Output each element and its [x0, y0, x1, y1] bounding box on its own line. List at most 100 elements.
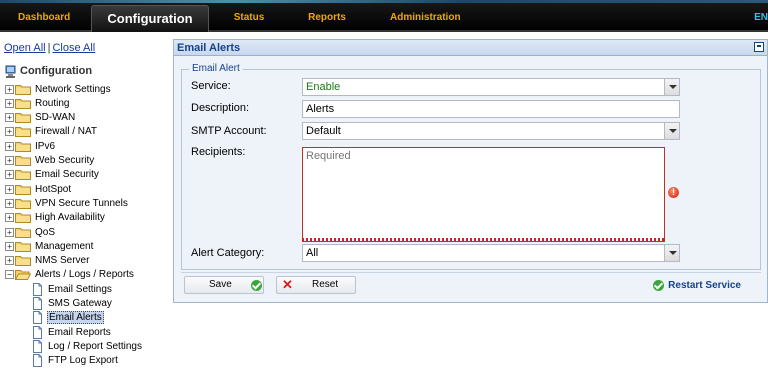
panel-header: Email Alerts	[174, 40, 767, 56]
expand-plus-icon[interactable]: +	[5, 198, 14, 208]
chevron-down-icon[interactable]	[664, 245, 679, 261]
sidebar-folder-label: Routing	[35, 97, 70, 109]
expand-plus-icon[interactable]: +	[5, 213, 14, 223]
sidebar-child-item[interactable]: Email Alerts	[32, 311, 104, 325]
alert-category-value: All	[306, 247, 319, 259]
computer-icon	[5, 65, 16, 78]
sidebar-child-item[interactable]: SMS Gateway	[32, 297, 113, 311]
tree-expand-controls: Open All | Close All	[4, 42, 95, 54]
recipients-label: Recipients:	[191, 146, 246, 158]
top-navigation-bar: Dashboard Configuration Status Reports A…	[0, 0, 768, 32]
folder-icon	[15, 241, 31, 252]
smtp-account-value: Default	[306, 125, 341, 137]
open-all-link[interactable]: Open All	[4, 42, 46, 54]
reset-button-label: Reset	[312, 279, 339, 290]
sidebar-child-item[interactable]: Email Reports	[32, 325, 112, 339]
service-value: Enable	[306, 81, 341, 93]
folder-icon	[15, 84, 31, 95]
smtp-account-select[interactable]: Default	[302, 122, 680, 140]
folder-icon	[15, 255, 31, 267]
nav-glow-strip	[0, 0, 768, 3]
sidebar-child-label: SMS Gateway	[48, 298, 112, 309]
document-icon	[32, 311, 43, 325]
sidebar-folder-item[interactable]: + QoS	[5, 225, 56, 239]
expand-plus-icon[interactable]: +	[5, 156, 14, 165]
sidebar-child-label: Email Settings	[48, 283, 112, 295]
expand-plus-icon[interactable]: +	[5, 184, 14, 194]
tree-root[interactable]: Configuration	[5, 64, 92, 78]
chevron-down-icon[interactable]	[664, 79, 679, 95]
sidebar: Open All | Close All Configuration + Networ…	[0, 34, 170, 368]
sidebar-folder-label: Alerts / Logs / Reports	[35, 269, 134, 281]
folder-icon	[15, 212, 31, 224]
description-input[interactable]: Alerts	[302, 100, 680, 118]
tree-root-label: Configuration	[20, 65, 93, 77]
sidebar-child-item[interactable]: FTP Log Export	[32, 354, 119, 368]
description-label: Description:	[191, 102, 250, 114]
folder-icon	[15, 141, 31, 152]
sidebar-child-label: Log / Report Settings	[48, 340, 142, 352]
expand-plus-icon[interactable]: +	[5, 113, 14, 123]
sidebar-child-item[interactable]: Email Settings	[32, 282, 113, 296]
tab-reports[interactable]: Reports	[308, 6, 346, 30]
sidebar-folder-alerts-logs-reports[interactable]: − Alerts / Logs / Reports	[5, 268, 135, 282]
expand-plus-icon[interactable]: +	[5, 84, 14, 94]
document-icon	[32, 354, 43, 368]
chevron-down-icon[interactable]	[664, 123, 679, 139]
close-all-link[interactable]: Close All	[52, 42, 95, 54]
reset-button[interactable]: ✕ Reset	[276, 276, 356, 294]
folder-icon	[15, 198, 31, 209]
document-icon	[32, 325, 43, 339]
collapse-panel-button[interactable]	[754, 42, 764, 52]
sidebar-folder-item[interactable]: + Routing	[5, 96, 70, 110]
sidebar-folder-item[interactable]: + SD-WAN	[5, 111, 76, 125]
sidebar-folder-item[interactable]: + HotSpot	[5, 182, 72, 196]
link-separator: |	[47, 42, 51, 54]
sidebar-folder-item[interactable]: + VPN Secure Tunnels	[5, 196, 129, 210]
save-button[interactable]: Save	[184, 276, 264, 294]
expand-plus-icon[interactable]: +	[5, 227, 14, 237]
sidebar-folder-label: SD-WAN	[35, 112, 76, 124]
service-label: Service:	[191, 80, 231, 92]
expand-plus-icon[interactable]: +	[5, 127, 14, 137]
invalid-field-underline	[302, 238, 665, 242]
language-selector[interactable]: EN	[754, 6, 768, 30]
sidebar-folder-item[interactable]: + IPv6	[5, 139, 56, 153]
folder-icon	[15, 155, 31, 166]
save-button-label: Save	[209, 279, 232, 290]
sidebar-folder-item[interactable]: + Firewall / NAT	[5, 125, 98, 139]
tab-dashboard[interactable]: Dashboard	[18, 6, 70, 30]
expand-plus-icon[interactable]: +	[5, 241, 14, 251]
tab-configuration[interactable]: Configuration	[91, 5, 209, 32]
close-icon: ✕	[282, 277, 293, 292]
sidebar-folder-label: Email Security	[35, 169, 99, 181]
sidebar-folder-item[interactable]: + Management	[5, 239, 94, 253]
panel-toolbar: Save ✕ Reset Restart Service	[181, 272, 761, 296]
sidebar-folder-item[interactable]: + NMS Server	[5, 254, 90, 268]
document-icon	[32, 339, 43, 353]
recipients-textarea[interactable]	[302, 147, 665, 242]
check-icon	[251, 280, 262, 291]
sidebar-folder-item[interactable]: + Web Security	[5, 154, 95, 168]
expand-plus-icon[interactable]: +	[5, 98, 14, 108]
folder-icon	[15, 227, 31, 238]
restart-service-button[interactable]: Restart Service	[653, 278, 741, 292]
sidebar-child-item[interactable]: Log / Report Settings	[32, 339, 143, 353]
tab-administration[interactable]: Administration	[390, 6, 461, 30]
service-select[interactable]: Enable	[302, 78, 680, 96]
email-alerts-panel: Email Alerts Email Alert Service: Enable…	[173, 39, 768, 303]
tab-status[interactable]: Status	[232, 6, 266, 30]
expand-plus-icon[interactable]: +	[5, 256, 14, 266]
expand-plus-icon[interactable]: +	[5, 141, 14, 151]
sidebar-folder-item[interactable]: + High Availability	[5, 211, 106, 225]
check-icon	[653, 279, 665, 291]
collapse-minus-icon[interactable]: −	[5, 270, 14, 280]
expand-plus-icon[interactable]: +	[5, 170, 14, 180]
sidebar-child-label: Email Alerts	[47, 311, 104, 325]
sidebar-folder-item[interactable]: + Network Settings	[5, 82, 112, 96]
email-alert-fieldset: Email Alert Service: Enable Description:…	[181, 63, 761, 270]
sidebar-folder-item[interactable]: + Email Security	[5, 168, 100, 182]
alert-category-select[interactable]: All	[302, 244, 680, 262]
folder-icon	[15, 98, 31, 109]
panel-title: Email Alerts	[177, 42, 241, 54]
